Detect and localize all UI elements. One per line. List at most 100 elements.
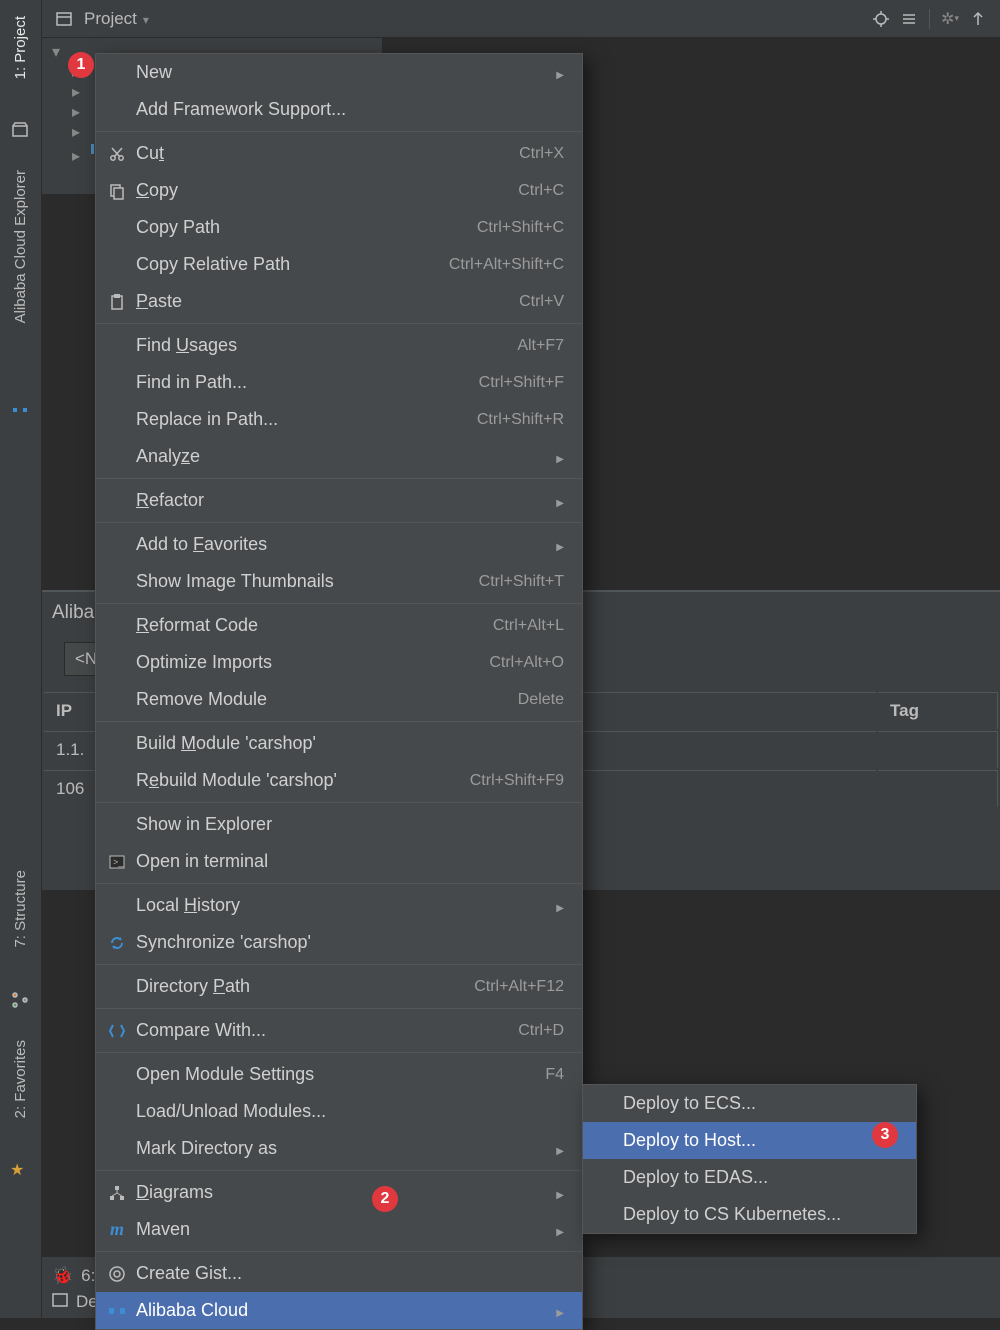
- rail-tab-project[interactable]: 1: Project: [12, 16, 29, 79]
- callout-1: 1: [68, 52, 94, 78]
- menu-item-label: Create Gist...: [136, 1263, 564, 1284]
- menu-item-find-usages[interactable]: Find UsagesAlt+F7: [96, 327, 582, 364]
- alibaba-icon: [106, 1300, 128, 1322]
- menu-item-mark-directory-as[interactable]: Mark Directory as: [96, 1130, 582, 1167]
- menu-item-open-in-terminal[interactable]: >_ Open in terminal: [96, 843, 582, 880]
- left-tool-rail: 1: Project Alibaba Cloud Explorer 7: Str…: [0, 0, 42, 1318]
- menu-item-label: Replace in Path...: [136, 409, 465, 430]
- expand-arrow-icon[interactable]: [72, 82, 84, 94]
- blank-icon: [106, 372, 128, 394]
- blank-icon: [106, 446, 128, 468]
- menu-separator: [96, 1170, 582, 1171]
- menu-item-compare-with[interactable]: Compare With...Ctrl+D: [96, 1012, 582, 1049]
- rail-tab-favorites[interactable]: 2: Favorites: [12, 1040, 29, 1118]
- expand-arrow-icon[interactable]: [72, 146, 84, 158]
- blank-icon: [593, 1167, 615, 1189]
- menu-item-label: Mark Directory as: [136, 1138, 544, 1159]
- menu-item-paste[interactable]: PasteCtrl+V: [96, 283, 582, 320]
- menu-item-show-in-explorer[interactable]: Show in Explorer: [96, 806, 582, 843]
- blank-icon: [106, 217, 128, 239]
- svg-text:>_: >_: [113, 857, 124, 867]
- menu-item-label: Paste: [136, 291, 507, 312]
- gist-icon: [106, 1263, 128, 1285]
- menu-item-maven[interactable]: mMaven: [96, 1211, 582, 1248]
- menu-separator: [96, 603, 582, 604]
- blank-icon: [106, 1101, 128, 1123]
- menu-item-copy[interactable]: CopyCtrl+C: [96, 172, 582, 209]
- gear-icon[interactable]: ✲▾: [941, 10, 959, 28]
- menu-item-replace-in-path[interactable]: Replace in Path... Ctrl+Shift+R: [96, 401, 582, 438]
- menu-item-shortcut: Ctrl+Shift+C: [477, 219, 564, 237]
- menu-item-label: Copy Path: [136, 217, 465, 238]
- callout-2: 2: [372, 1186, 398, 1212]
- menu-item-label: Rebuild Module 'carshop': [136, 770, 458, 791]
- menu-item-directory-path[interactable]: Directory PathCtrl+Alt+F12: [96, 968, 582, 1005]
- paste-icon: [106, 291, 128, 313]
- menu-item-add-framework-support[interactable]: Add Framework Support...: [96, 91, 582, 128]
- menu-item-shortcut: Alt+F7: [517, 337, 564, 355]
- menu-item-local-history[interactable]: Local History: [96, 887, 582, 924]
- project-icon: [10, 120, 30, 140]
- menu-item-shortcut: Ctrl+Shift+T: [479, 573, 564, 591]
- menu-separator: [96, 323, 582, 324]
- menu-item-label: Copy: [136, 180, 506, 201]
- menu-item-copy-path[interactable]: Copy Path Ctrl+Shift+C: [96, 209, 582, 246]
- blank-icon: [106, 534, 128, 556]
- menu-separator: [96, 883, 582, 884]
- column-header-tag[interactable]: Tag: [878, 692, 998, 729]
- rail-tab-alibaba-cloud-explorer[interactable]: Alibaba Cloud Explorer: [12, 170, 29, 323]
- submenu-item-label: Deploy to ECS...: [623, 1093, 898, 1114]
- blank-icon: [106, 254, 128, 276]
- menu-item-shortcut: Ctrl+Shift+R: [477, 411, 564, 429]
- menu-item-label: Add to Favorites: [136, 534, 544, 555]
- menu-item-remove-module[interactable]: Remove ModuleDelete: [96, 681, 582, 718]
- menu-item-alibaba-cloud[interactable]: Alibaba Cloud: [96, 1292, 582, 1329]
- submenu-item-deploy-to-edas[interactable]: Deploy to EDAS...: [583, 1159, 916, 1196]
- menu-separator: [96, 1008, 582, 1009]
- menu-item-reformat-code[interactable]: Reformat CodeCtrl+Alt+L: [96, 607, 582, 644]
- menu-item-new[interactable]: New: [96, 54, 582, 91]
- submenu-arrow-icon: [556, 1303, 564, 1319]
- menu-item-refactor[interactable]: Refactor: [96, 482, 582, 519]
- submenu-item-deploy-to-cs-kubernetes[interactable]: Deploy to CS Kubernetes...: [583, 1196, 916, 1233]
- menu-item-build-module-carshop[interactable]: Build Module 'carshop': [96, 725, 582, 762]
- locate-icon[interactable]: [872, 10, 890, 28]
- menu-item-rebuild-module-carshop[interactable]: Rebuild Module 'carshop'Ctrl+Shift+F9: [96, 762, 582, 799]
- submenu-arrow-icon: [556, 1222, 564, 1238]
- expand-arrow-icon[interactable]: [52, 42, 64, 54]
- submenu-item-deploy-to-host[interactable]: Deploy to Host...: [583, 1122, 916, 1159]
- menu-item-open-module-settings[interactable]: Open Module SettingsF4: [96, 1056, 582, 1093]
- submenu-arrow-icon: [556, 537, 564, 553]
- menu-item-analyze[interactable]: Analyze: [96, 438, 582, 475]
- star-icon: ★: [10, 1160, 30, 1180]
- menu-separator: [96, 478, 582, 479]
- blank-icon: [593, 1093, 615, 1115]
- menu-item-label: Compare With...: [136, 1020, 506, 1041]
- menu-item-synchronize-carshop[interactable]: Synchronize 'carshop': [96, 924, 582, 961]
- menu-item-create-gist[interactable]: Create Gist...: [96, 1255, 582, 1292]
- menu-item-copy-relative-path[interactable]: Copy Relative PathCtrl+Alt+Shift+C: [96, 246, 582, 283]
- menu-item-load-unload-modules[interactable]: Load/Unload Modules...: [96, 1093, 582, 1130]
- menu-item-optimize-imports[interactable]: Optimize ImportsCtrl+Alt+O: [96, 644, 582, 681]
- menu-item-show-image-thumbnails[interactable]: Show Image ThumbnailsCtrl+Shift+T: [96, 563, 582, 600]
- hide-icon[interactable]: [969, 10, 987, 28]
- menu-item-diagrams[interactable]: Diagrams: [96, 1174, 582, 1211]
- submenu-item-deploy-to-ecs[interactable]: Deploy to ECS...: [583, 1085, 916, 1122]
- rail-tab-structure[interactable]: 7: Structure: [12, 870, 29, 948]
- cut-icon: [106, 143, 128, 165]
- expand-arrow-icon[interactable]: [72, 122, 84, 134]
- menu-item-label: Refactor: [136, 490, 544, 511]
- menu-item-find-in-path[interactable]: Find in Path...Ctrl+Shift+F: [96, 364, 582, 401]
- maven-icon: m: [106, 1219, 128, 1241]
- menu-item-cut[interactable]: CutCtrl+X: [96, 135, 582, 172]
- menu-item-add-to-favorites[interactable]: Add to Favorites: [96, 526, 582, 563]
- menu-item-label: Remove Module: [136, 689, 506, 710]
- menu-item-label: Open in terminal: [136, 851, 564, 872]
- collapse-all-icon[interactable]: [900, 10, 918, 28]
- sync-icon: [106, 932, 128, 954]
- blank-icon: [106, 770, 128, 792]
- project-dropdown[interactable]: Project: [84, 9, 149, 29]
- expand-arrow-icon[interactable]: [72, 102, 84, 114]
- status-text: 6:: [81, 1266, 95, 1286]
- menu-separator: [96, 522, 582, 523]
